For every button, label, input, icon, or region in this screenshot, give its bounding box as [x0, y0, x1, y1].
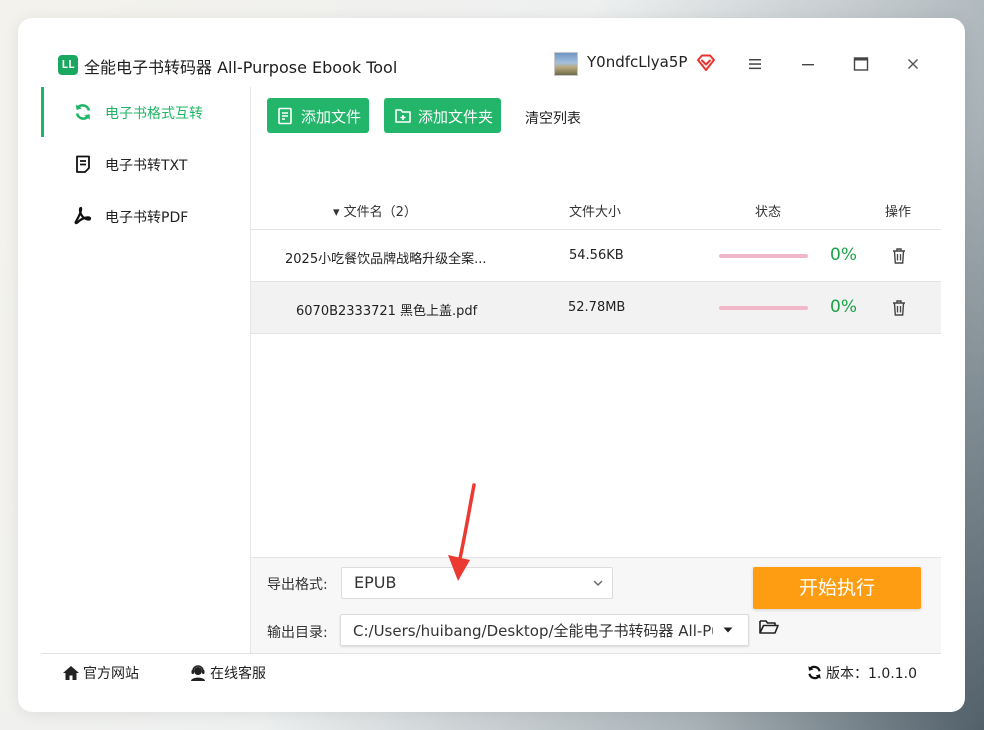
progress-percent: 0% [830, 245, 857, 265]
trash-icon[interactable] [891, 299, 907, 317]
add-folder-label: 添加文件夹 [418, 108, 494, 126]
refresh-icon [75, 104, 91, 120]
minimize-icon [802, 64, 814, 66]
official-website-link[interactable]: 官方网站 [62, 663, 139, 683]
support-agent-icon [191, 665, 205, 681]
online-support-link[interactable]: 在线客服 [189, 663, 266, 683]
sidebar: 电子书格式互转 电子书转TXT 电子书转PDF [41, 87, 251, 653]
chevron-down-icon [593, 580, 603, 586]
format-label: 导出格式: [267, 577, 328, 593]
sidebar-item-label: 电子书转PDF [105, 210, 189, 226]
menu-button[interactable] [740, 50, 770, 78]
pdf-icon [74, 206, 92, 225]
document-icon [76, 155, 90, 173]
output-dir-select[interactable]: C:/Users/huibang/Desktop/全能电子书转码器 All-Pu [340, 614, 749, 646]
table-row[interactable]: 2025小吃餐饮品牌战略升级全案... 54.56KB 0% [251, 230, 941, 282]
start-button[interactable]: 开始执行 [753, 567, 921, 609]
footer: 官方网站 在线客服 版本：1.0.1.0 [41, 653, 941, 689]
vip-diamond-icon[interactable] [696, 53, 716, 73]
clear-list-button[interactable]: 清空列表 [525, 108, 581, 128]
sidebar-item-to-pdf[interactable]: 电子书转PDF [41, 191, 250, 241]
caret-down-icon [723, 627, 733, 633]
trash-icon[interactable] [891, 247, 907, 265]
output-dir-value: C:/Users/huibang/Desktop/全能电子书转码器 All-Pu [353, 622, 713, 640]
app-title: 全能电子书转码器 All-Purpose Ebook Tool [84, 58, 398, 77]
toolbar: 添加文件 添加文件夹 清空列表 [251, 87, 941, 144]
maximize-icon [853, 57, 869, 71]
user-avatar[interactable] [554, 52, 578, 76]
output-dir-label: 输出目录: [267, 625, 328, 641]
file-name: 2025小吃餐饮品牌战略升级全案... [285, 252, 487, 267]
add-folder-button[interactable]: 添加文件夹 [384, 98, 501, 133]
refresh-icon [808, 665, 821, 680]
sidebar-item-label: 电子书转TXT [105, 158, 188, 174]
app-logo-icon: LL [58, 55, 78, 75]
output-settings-panel: 导出格式: EPUB 输出目录: C:/Users/huibang/Deskto… [251, 557, 941, 653]
official-website-label: 官方网站 [83, 666, 139, 682]
online-support-label: 在线客服 [210, 666, 266, 682]
title-bar: LL 全能电子书转码器 All-Purpose Ebook Tool Y0ndf… [41, 41, 941, 87]
maximize-button[interactable] [846, 50, 876, 78]
file-size: 54.56KB [569, 248, 624, 263]
file-table-header: ▾ 文件名（2） 文件大小 状态 操作 [251, 187, 941, 230]
table-row[interactable]: 6070B2333721 黑色上盖.pdf 52.78MB 0% [251, 282, 941, 334]
username[interactable]: Y0ndfcLlya5P [587, 53, 687, 71]
format-value: EPUB [354, 573, 397, 592]
close-button[interactable] [898, 50, 928, 78]
add-folder-icon [395, 109, 411, 123]
column-header-action: 操作 [885, 205, 912, 220]
hamburger-icon [749, 59, 761, 70]
file-size: 52.78MB [568, 300, 626, 315]
version-label: 版本：1.0.1.0 [826, 666, 917, 682]
add-file-icon [278, 107, 292, 125]
sidebar-item-to-txt[interactable]: 电子书转TXT [41, 139, 250, 189]
progress-bar [719, 254, 808, 258]
minimize-button[interactable] [793, 50, 823, 78]
column-header-status: 状态 [755, 205, 782, 220]
progress-percent: 0% [830, 297, 857, 317]
version-info[interactable]: 版本：1.0.1.0 [806, 663, 917, 683]
main-panel: 添加文件 添加文件夹 清空列表 ▾ 文件名（2） 文件大小 状态 操作 2025… [251, 87, 941, 653]
annotation-arrow-icon [448, 483, 476, 581]
sidebar-item-format-convert[interactable]: 电子书格式互转 [41, 87, 250, 137]
file-name: 6070B2333721 黑色上盖.pdf [296, 304, 478, 319]
home-icon [63, 666, 79, 680]
app-window: LL 全能电子书转码器 All-Purpose Ebook Tool Y0ndf… [41, 41, 941, 689]
column-header-size: 文件大小 [569, 205, 622, 220]
progress-bar [719, 306, 808, 310]
close-icon [908, 59, 918, 69]
column-header-name[interactable]: ▾ 文件名（2） [333, 201, 417, 220]
folder-open-icon[interactable] [758, 617, 780, 637]
add-file-label: 添加文件 [301, 108, 362, 126]
add-file-button[interactable]: 添加文件 [267, 98, 369, 133]
sidebar-item-label: 电子书格式互转 [105, 106, 203, 122]
